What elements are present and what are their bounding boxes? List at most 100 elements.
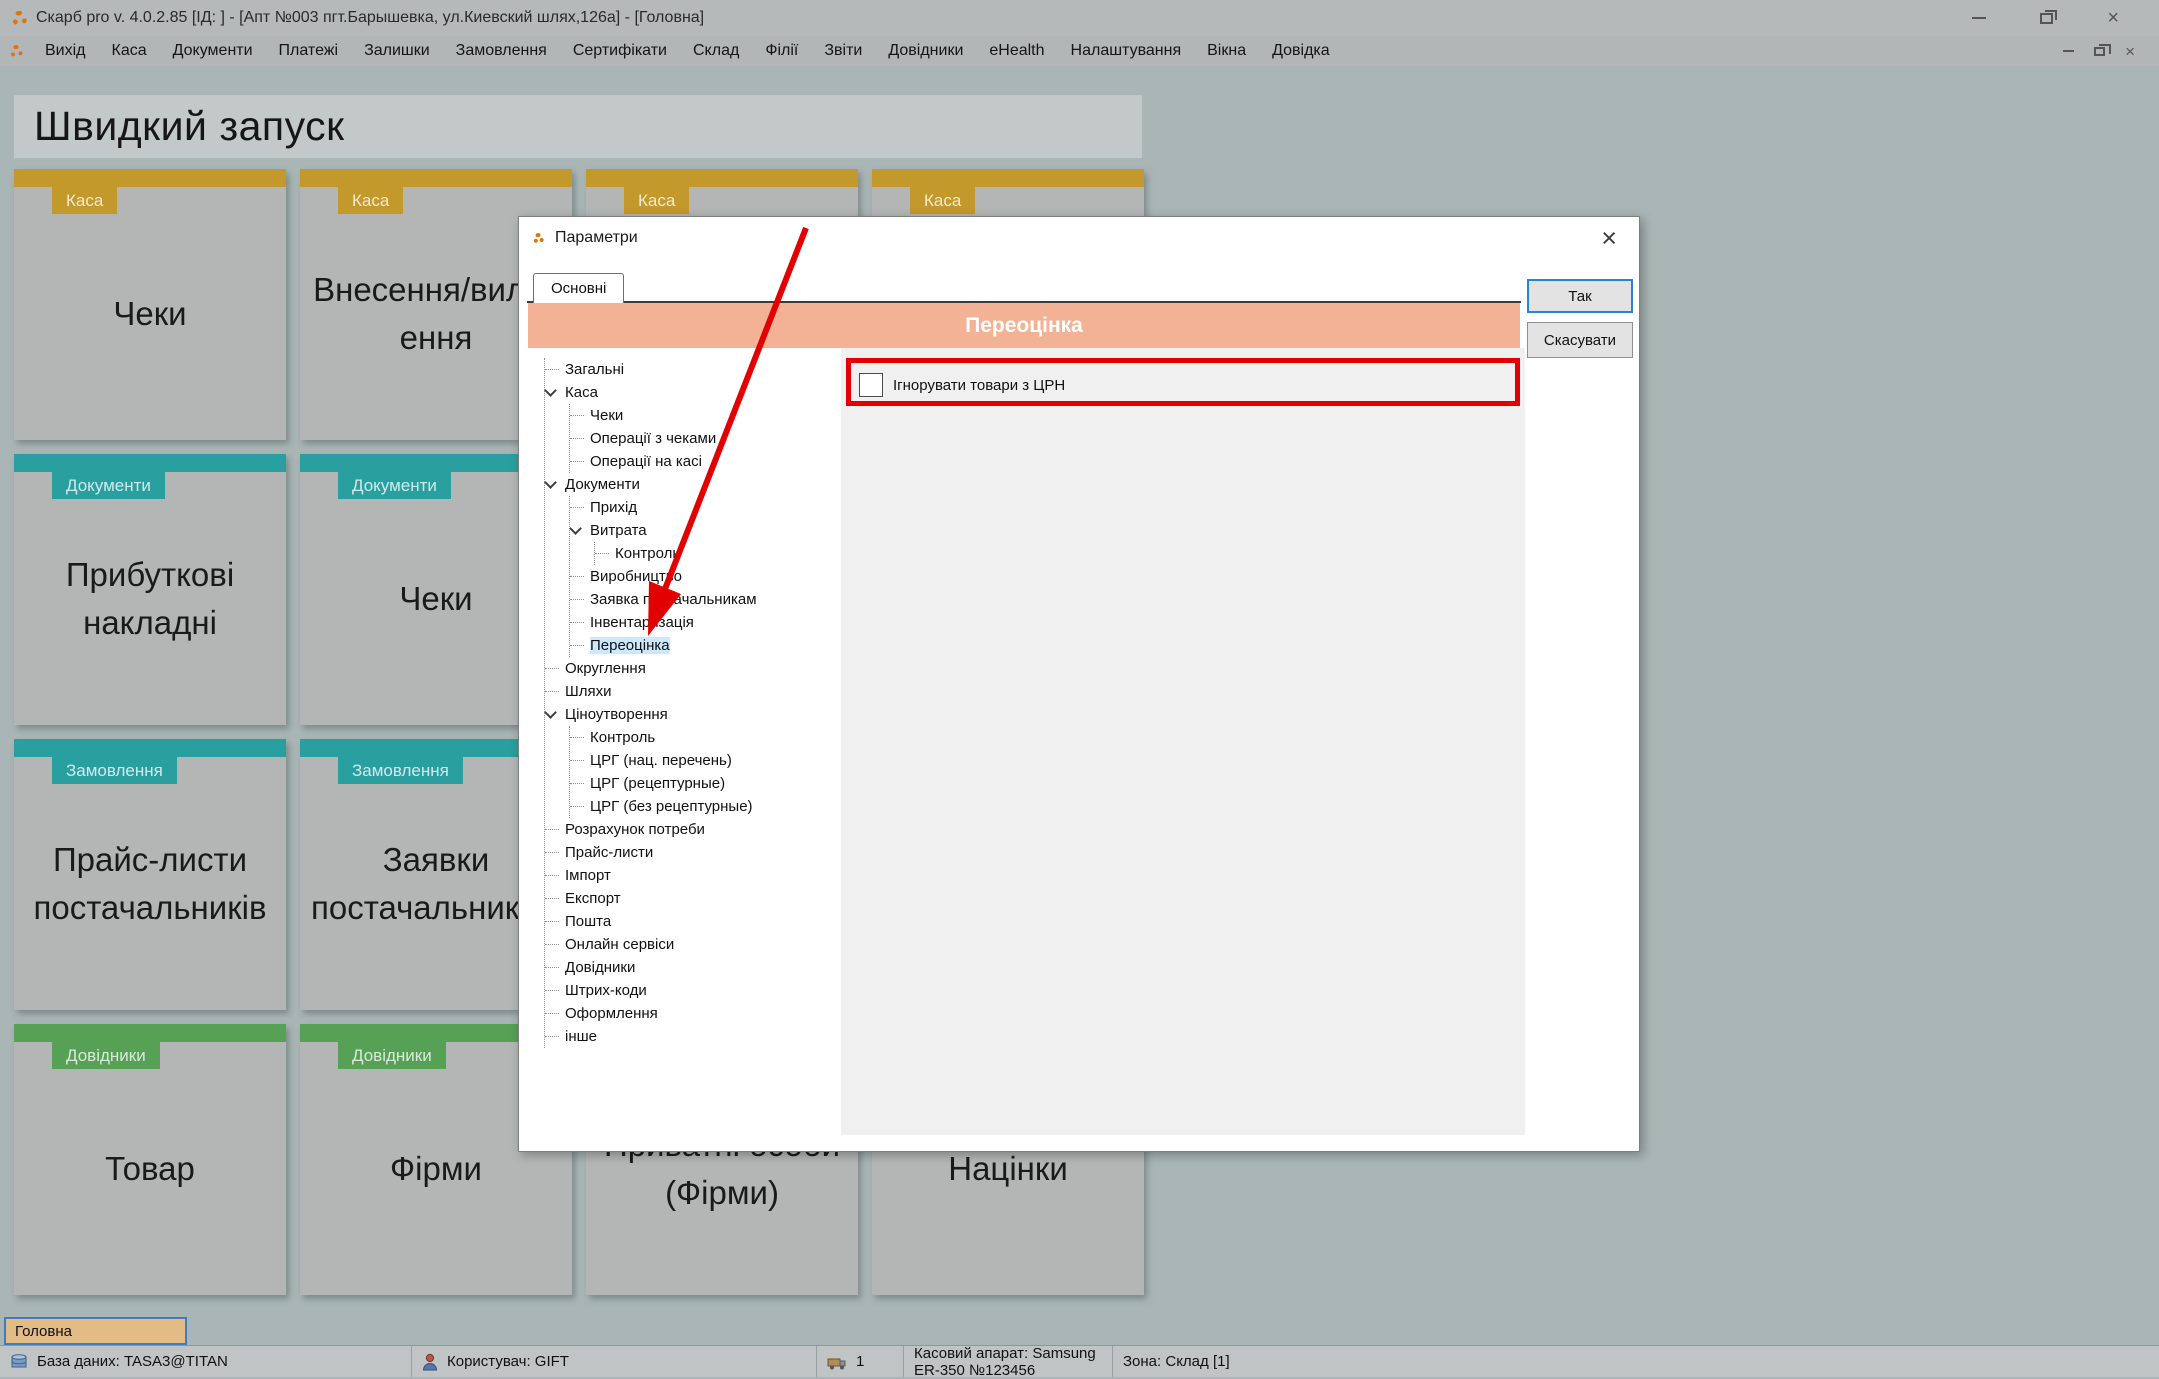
- home-tab-label: Головна: [15, 1323, 72, 1340]
- menu-bar-items: ВихідКасаДокументиПлатежіЗалишкиЗамовлен…: [32, 42, 1343, 60]
- status-zone: Зона: Склад [1]: [1113, 1346, 1240, 1377]
- minimize-icon[interactable]: [1972, 17, 1986, 19]
- tree-item[interactable]: Переоцінка: [570, 634, 841, 657]
- tree-item-label: ЦРГ (без рецептурные): [590, 798, 753, 815]
- restore-icon[interactable]: [2040, 13, 2053, 24]
- tree-item[interactable]: Каса: [545, 381, 841, 404]
- tree-item-label: Операції на касі: [590, 453, 702, 470]
- tree-item[interactable]: Витрата: [570, 519, 841, 542]
- menu-item[interactable]: Вихід: [32, 42, 99, 60]
- menu-item[interactable]: Документи: [160, 42, 266, 60]
- menu-item[interactable]: Платежі: [266, 42, 352, 60]
- chevron-down-icon[interactable]: [544, 384, 557, 397]
- menu-item[interactable]: Замовлення: [443, 42, 560, 60]
- status-bar: База даних: TASA3@TITAN Користувач: GIFT…: [0, 1345, 2159, 1377]
- app-logo-icon: [10, 45, 23, 58]
- menu-item[interactable]: Філії: [752, 42, 811, 60]
- window-title: Скарб pro v. 4.0.2.85 [ІД: ] - [Апт №003…: [36, 9, 704, 27]
- tree-item-label: Переоцінка: [590, 637, 670, 654]
- tab-osnovni[interactable]: Основні: [533, 273, 624, 303]
- checkbox-row: Ігнорувати товари з ЦРН: [859, 373, 1065, 397]
- tree-item[interactable]: ЦРГ (рецептурные): [570, 772, 841, 795]
- tree-item[interactable]: Довідники: [545, 956, 841, 979]
- close-icon[interactable]: ×: [2107, 8, 2119, 28]
- menu-item[interactable]: Довідники: [875, 42, 976, 60]
- taskbar-tab-home[interactable]: Головна: [4, 1317, 187, 1345]
- tree-item[interactable]: Штрих-коди: [545, 979, 841, 1002]
- chevron-down-icon[interactable]: [544, 706, 557, 719]
- ok-button[interactable]: Так: [1527, 279, 1633, 313]
- tree-item[interactable]: Операції на касі: [570, 450, 841, 473]
- launch-tile[interactable]: КасаЧеки: [14, 169, 286, 440]
- tree-item[interactable]: Шляхи: [545, 680, 841, 703]
- tree-item[interactable]: Операції з чеками: [570, 427, 841, 450]
- tree-item[interactable]: Документи: [545, 473, 841, 496]
- tree-item-label: Витрата: [590, 522, 647, 539]
- menu-item[interactable]: Залишки: [351, 42, 443, 60]
- mdi-close-icon[interactable]: ×: [2125, 43, 2135, 60]
- tree-item-label: Ціноутворення: [565, 706, 668, 723]
- tree-item[interactable]: Онлайн сервіси: [545, 933, 841, 956]
- tree-item[interactable]: Оформлення: [545, 1002, 841, 1025]
- tree-item-label: ЦРГ (нац. перечень): [590, 752, 732, 769]
- tree-item[interactable]: Ціноутворення: [545, 703, 841, 726]
- user-icon: [422, 1353, 438, 1371]
- tree-item-label: Довідники: [565, 959, 635, 976]
- launch-tile[interactable]: ДокументиПрибуткові накладні: [14, 454, 286, 725]
- tree-item[interactable]: Прайс-листи: [545, 841, 841, 864]
- menu-item[interactable]: Склад: [680, 42, 752, 60]
- tree-item[interactable]: Загальні: [545, 358, 841, 381]
- tree-item[interactable]: Імпорт: [545, 864, 841, 887]
- status-database: База даних: TASA3@TITAN: [0, 1346, 412, 1377]
- tree-item[interactable]: Округлення: [545, 657, 841, 680]
- tree-item[interactable]: Розрахунок потреби: [545, 818, 841, 841]
- launch-tile[interactable]: ДовідникиТовар: [14, 1024, 286, 1295]
- menu-bar: ВихідКасаДокументиПлатежіЗалишкиЗамовлен…: [0, 36, 2159, 66]
- tree-item-label: Пошта: [565, 913, 611, 930]
- tree-item[interactable]: інше: [545, 1025, 841, 1048]
- tree-item-label: Чеки: [590, 407, 623, 424]
- menu-item[interactable]: Довідка: [1259, 42, 1343, 60]
- tree-item-label: інше: [565, 1028, 597, 1045]
- menu-item[interactable]: Каса: [99, 42, 160, 60]
- ignore-crn-checkbox[interactable]: [859, 373, 883, 397]
- tree-item[interactable]: Чеки: [570, 404, 841, 427]
- tree-item[interactable]: Прихід: [570, 496, 841, 519]
- menu-item[interactable]: Сертифікати: [560, 42, 680, 60]
- tree-item[interactable]: Контроль: [595, 542, 841, 565]
- mdi-minimize-icon[interactable]: [2063, 50, 2074, 52]
- chevron-down-icon[interactable]: [569, 522, 582, 535]
- tree-item[interactable]: ЦРГ (нац. перечень): [570, 749, 841, 772]
- launch-tile[interactable]: ЗамовленняПрайс-листи постачальників: [14, 739, 286, 1010]
- tree-item[interactable]: Заявка постачальникам: [570, 588, 841, 611]
- status-device-count: 1: [856, 1353, 864, 1370]
- tree-item-label: Прихід: [590, 499, 637, 516]
- dialog-close-icon[interactable]: ×: [1593, 225, 1625, 252]
- ok-button-label: Так: [1568, 288, 1591, 305]
- menu-item[interactable]: Звіти: [811, 42, 875, 60]
- tree-item-label: Виробництво: [590, 568, 682, 585]
- mdi-restore-icon[interactable]: [2094, 47, 2105, 56]
- tree-item[interactable]: Пошта: [545, 910, 841, 933]
- tree-item[interactable]: Виробництво: [570, 565, 841, 588]
- tile-label: Чеки: [14, 187, 286, 440]
- tree-item-label: Контроль: [615, 545, 680, 562]
- menu-item[interactable]: Вікна: [1194, 42, 1259, 60]
- tree-item-label: Загальні: [565, 361, 624, 378]
- tree-item[interactable]: Контроль: [570, 726, 841, 749]
- tree-item[interactable]: Інвентаризація: [570, 611, 841, 634]
- settings-tree: Загальні Каса Чеки Операції з чеками Операці…: [528, 348, 841, 1135]
- cancel-button[interactable]: Скасувати: [1527, 322, 1633, 358]
- tree-item-label: Контроль: [590, 729, 655, 746]
- tree-item[interactable]: Експорт: [545, 887, 841, 910]
- title-bar: Скарб pro v. 4.0.2.85 [ІД: ] - [Апт №003…: [0, 0, 2159, 36]
- status-user: Користувач: GIFT: [412, 1346, 817, 1377]
- tab-label: Основні: [551, 280, 606, 297]
- status-device: 1: [817, 1346, 904, 1377]
- menu-item[interactable]: eHealth: [976, 42, 1057, 60]
- menu-item[interactable]: Налаштування: [1058, 42, 1195, 60]
- chevron-down-icon[interactable]: [544, 476, 557, 489]
- tree-item-label: Округлення: [565, 660, 646, 677]
- tree-item[interactable]: ЦРГ (без рецептурные): [570, 795, 841, 818]
- dialog-title-bar[interactable]: Параметри ×: [519, 217, 1639, 259]
